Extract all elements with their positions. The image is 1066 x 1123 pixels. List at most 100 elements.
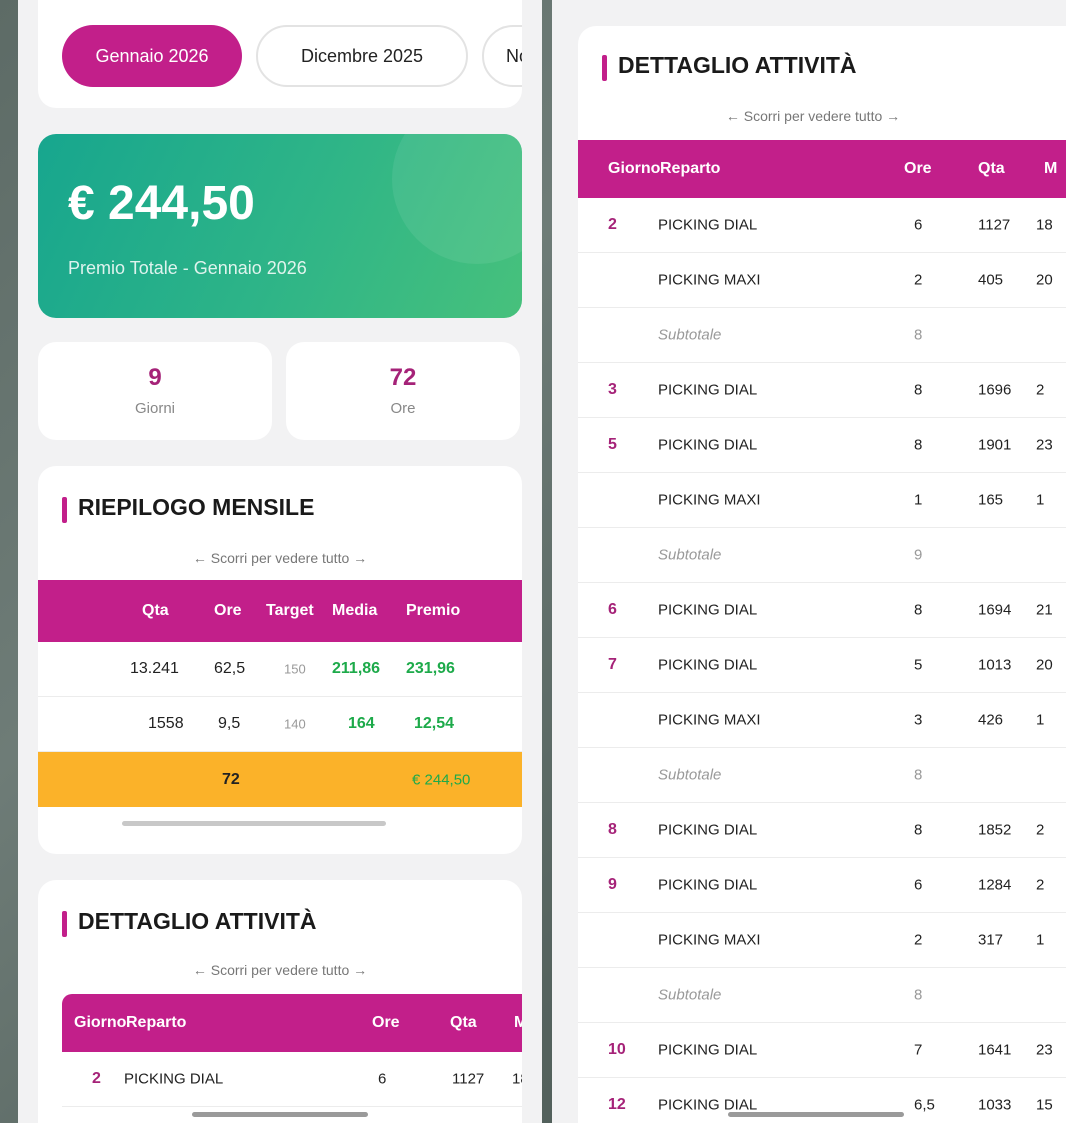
cell-premio: 231,96: [406, 660, 455, 677]
cell-qta: 1033: [978, 1096, 1012, 1114]
cell-qta: 317: [978, 931, 1004, 949]
stat-card-hours: 72 Ore: [286, 342, 520, 440]
total-bonus-card: € 244,50 Premio Totale - Gennaio 2026: [38, 134, 522, 318]
cell-m: 2: [1036, 876, 1045, 894]
col-header-ore: Ore: [372, 1014, 400, 1031]
cell-m: 18: [512, 1070, 522, 1088]
col-header-ore: Ore: [904, 160, 932, 177]
cell-media: 211,86: [332, 660, 381, 677]
total-subtitle: Premio Totale - Gennaio 2026: [68, 258, 307, 278]
cell-ore: 5: [914, 656, 923, 674]
col-header-reparto: Reparto: [660, 160, 721, 177]
cell-media: 164: [348, 715, 375, 732]
col-header-m: M: [514, 1014, 522, 1031]
cell-qta: 405: [978, 271, 1004, 289]
activity-detail-card: DETTAGLIO ATTIVITÀ ← Scorri per vedere t…: [38, 880, 522, 1123]
cell-qta: 1558: [148, 715, 184, 732]
table-row: 2 PICKING DIAL 6 1127 18: [578, 198, 1066, 253]
cell-reparto: Subtotale: [658, 766, 722, 784]
cell-m: 23: [1036, 436, 1053, 454]
cell-reparto: PICKING DIAL: [658, 1096, 758, 1114]
subtotal-row: Subtotale 8: [578, 968, 1066, 1023]
month-tab[interactable]: Nov: [482, 25, 522, 87]
cell-qta: 1852: [978, 821, 1012, 839]
cell-ore: 6,5: [914, 1096, 935, 1114]
total-premio: € 244,50: [412, 771, 471, 788]
table-row: PICKING MAXI 2 317 1: [578, 913, 1066, 968]
total-amount: € 244,50: [68, 177, 255, 230]
col-header-premio: Premio: [406, 602, 461, 619]
cell-ore: 8: [914, 436, 923, 454]
cell-reparto: PICKING DIAL: [124, 1070, 224, 1088]
cell-ore: 1: [914, 491, 923, 509]
cell-ore: 6: [914, 876, 923, 894]
home-indicator[interactable]: [192, 1112, 368, 1117]
cell-reparto: PICKING DIAL: [658, 601, 758, 619]
col-header-ore: Ore: [214, 602, 242, 619]
cell-qta: 426: [978, 711, 1004, 729]
cell-m: 20: [1036, 271, 1053, 289]
table-row: PICKING MAXI 2 405 20: [578, 253, 1066, 308]
cell-ore: 6: [914, 216, 923, 234]
home-indicator[interactable]: [728, 1112, 904, 1117]
cell-ore: 9: [914, 546, 923, 564]
subtotal-row: Subtotale 8: [578, 308, 1066, 363]
cell-reparto: Subtotale: [658, 326, 722, 344]
detail-table-header: Giorno Reparto Ore Qta M: [62, 994, 522, 1052]
table-row: 1558 9,5 140 164 12,54: [38, 697, 522, 752]
cell-reparto: PICKING MAXI: [658, 271, 761, 289]
stat-card-days: 9 Giorni: [38, 342, 272, 440]
cell-reparto: PICKING MAXI: [658, 931, 761, 949]
cell-reparto: PICKING DIAL: [658, 876, 758, 894]
subtotal-row: Subtotale 9: [578, 528, 1066, 583]
cell-ore: 8: [914, 326, 923, 344]
cell-qta: 1013: [978, 656, 1012, 674]
cell-reparto: Subtotale: [658, 986, 722, 1004]
cell-qta: 1696: [978, 381, 1012, 399]
month-tab[interactable]: Dicembre 2025: [256, 25, 468, 87]
table-row: 3 PICKING DIAL 8 1696 2: [578, 363, 1066, 418]
cell-qta: 1127: [978, 216, 1011, 234]
cell-m: 23: [1036, 1041, 1053, 1059]
cell-m: 15: [1036, 1096, 1053, 1114]
cell-qta: 1641: [978, 1041, 1012, 1059]
table-row: 8 PICKING DIAL 8 1852 2: [578, 803, 1066, 858]
cell-target: 140: [284, 716, 306, 732]
col-header-giorno: Giorno: [608, 160, 661, 177]
cell-giorno: 8: [608, 821, 617, 838]
col-header-target: Target: [266, 602, 314, 619]
month-selector: Gennaio 2026 Dicembre 2025 Nov: [38, 0, 522, 108]
cell-giorno: 6: [608, 601, 617, 618]
decorative-circle: [392, 134, 522, 264]
cell-reparto: Subtotale: [658, 546, 722, 564]
cell-reparto: PICKING DIAL: [658, 381, 758, 399]
table-row: 2 PICKING DIAL 6 1127 18: [62, 1052, 522, 1107]
cell-m: 20: [1036, 656, 1053, 674]
cell-qta: 165: [978, 491, 1004, 509]
cell-ore: 62,5: [214, 660, 246, 677]
table-row: PICKING MAXI 3 426 1: [578, 693, 1066, 748]
table-row: 5 PICKING DIAL 8 1901 23: [578, 418, 1066, 473]
left-screen: Gennaio 2026 Dicembre 2025 Nov € 244,50 …: [18, 0, 542, 1123]
cell-giorno: 12: [608, 1096, 626, 1113]
month-tab-selected[interactable]: Gennaio 2026: [62, 25, 242, 87]
cell-m: 18: [1036, 216, 1053, 234]
total-row: 72 € 244,50: [38, 752, 522, 807]
cell-ore: 8: [914, 986, 923, 1004]
table-row: 13.241 62,5 150 211,86 231,96: [38, 642, 522, 697]
cell-reparto: PICKING DIAL: [658, 656, 758, 674]
stat-value: 72: [389, 364, 417, 391]
cell-reparto: PICKING DIAL: [658, 1041, 758, 1059]
table-row: 9 PICKING DIAL 6 1284 2: [578, 858, 1066, 913]
cell-giorno: 2: [608, 216, 617, 233]
cell-reparto: PICKING DIAL: [658, 436, 758, 454]
table-row: 10 PICKING DIAL 7 1641 23: [578, 1023, 1066, 1078]
stat-value: 9: [148, 364, 162, 391]
cell-ore: 8: [914, 381, 923, 399]
col-header-qta: Qta: [142, 602, 169, 619]
cell-reparto: PICKING DIAL: [658, 216, 758, 234]
stat-label: Giorni: [134, 400, 175, 417]
cell-premio: 12,54: [414, 715, 455, 732]
horizontal-scrollbar[interactable]: [122, 821, 386, 826]
col-header-m: M: [1044, 160, 1058, 177]
